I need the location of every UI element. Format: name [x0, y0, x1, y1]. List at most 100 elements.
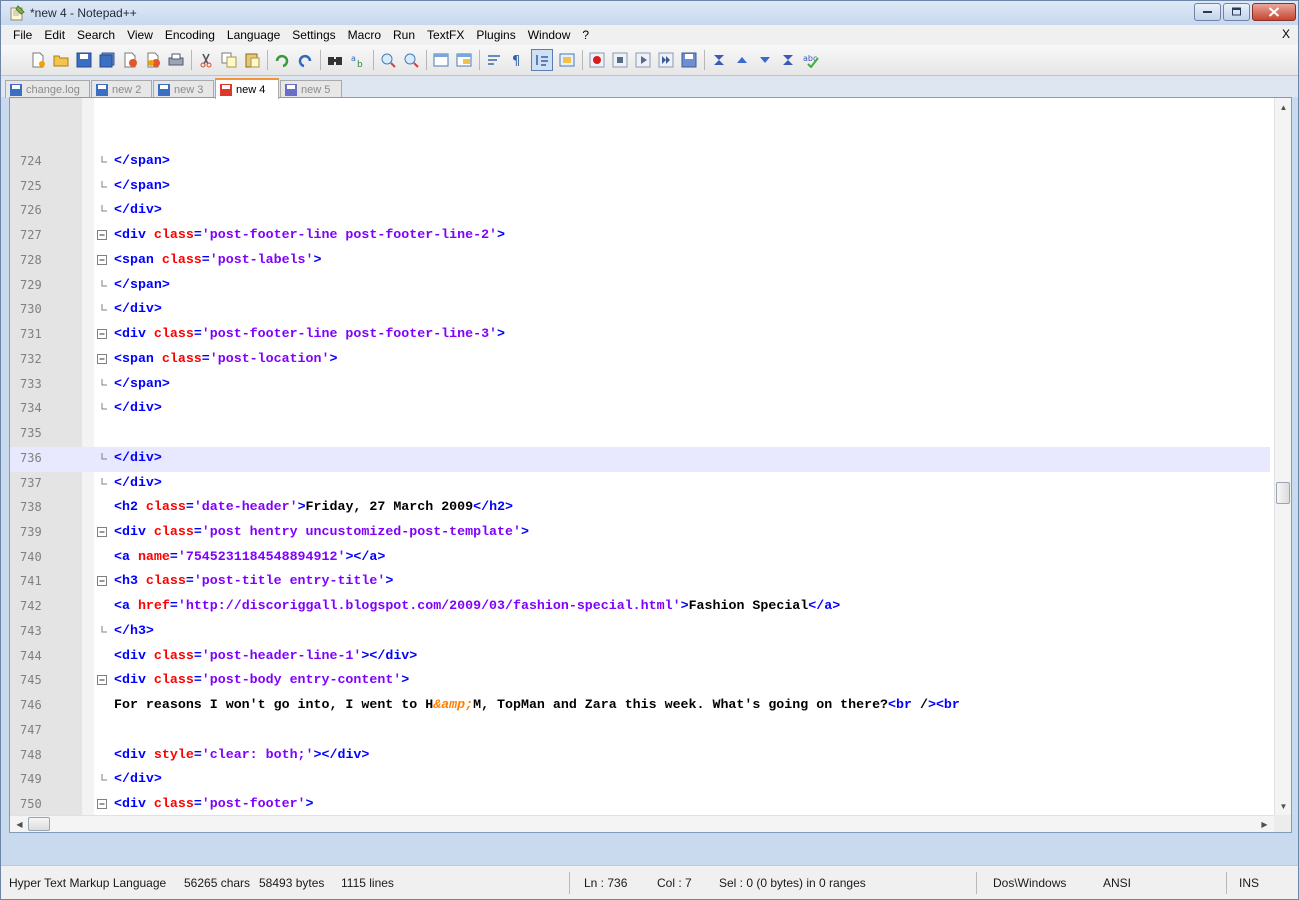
menu-language[interactable]: Language — [221, 25, 286, 45]
tab-new-2[interactable]: new 2 — [91, 80, 152, 98]
play-macro-icon[interactable] — [634, 51, 652, 69]
zoom-in-icon[interactable] — [379, 51, 397, 69]
code-line[interactable]: 725 </span> — [10, 175, 1270, 200]
menu-view[interactable]: View — [121, 25, 159, 45]
open-file-icon[interactable] — [52, 51, 70, 69]
title-bar[interactable]: *new 4 - Notepad++ — [1, 1, 1298, 25]
maximize-button[interactable] — [1223, 3, 1250, 21]
menu-macro[interactable]: Macro — [342, 25, 387, 45]
fold-toggle-icon[interactable] — [97, 230, 108, 241]
cut-icon[interactable] — [197, 51, 215, 69]
code-line[interactable]: 735 — [10, 422, 1270, 447]
spell-check-icon[interactable]: abc — [802, 51, 820, 69]
redo-icon[interactable] — [296, 51, 314, 69]
vertical-scroll-thumb[interactable] — [1276, 482, 1290, 504]
print-icon[interactable] — [167, 51, 185, 69]
close-file-icon[interactable] — [121, 51, 139, 69]
tab-new-3[interactable]: new 3 — [153, 80, 214, 98]
next-icon[interactable] — [756, 51, 774, 69]
scroll-right-arrow-icon[interactable]: ▶ — [1257, 817, 1272, 832]
save-icon[interactable] — [75, 51, 93, 69]
fold-toggle-icon[interactable] — [97, 254, 108, 266]
code-line[interactable]: 732 <span class='post-location'> — [10, 348, 1270, 373]
code-line[interactable]: 745 <div class='post-body entry-content'> — [10, 669, 1270, 694]
horizontal-scrollbar[interactable]: ◀ ▶ — [10, 815, 1274, 832]
copy-icon[interactable] — [220, 51, 238, 69]
tab-change-log[interactable]: change.log — [5, 80, 90, 98]
code-line[interactable]: 737 </div> — [10, 472, 1270, 497]
horizontal-scroll-thumb[interactable] — [28, 817, 50, 831]
close-all-icon[interactable] — [144, 51, 162, 69]
code-line[interactable]: 739 <div class='post hentry uncustomized-… — [10, 521, 1270, 546]
scroll-down-arrow-icon[interactable]: ▼ — [1276, 799, 1291, 814]
replace-icon[interactable]: ab — [349, 51, 367, 69]
menu-settings[interactable]: Settings — [286, 25, 341, 45]
code-line[interactable]: 741 <h3 class='post-title entry-title'> — [10, 570, 1270, 595]
run-macro-multiple-icon[interactable] — [657, 51, 675, 69]
indent-guide-icon[interactable] — [531, 49, 553, 71]
code-line[interactable]: 728 <span class='post-labels'> — [10, 249, 1270, 274]
code-line[interactable]: 749 </div> — [10, 768, 1270, 793]
unfold-all-icon[interactable] — [779, 51, 797, 69]
fold-toggle-icon[interactable] — [97, 527, 108, 538]
tab-new-4[interactable]: new 4 — [215, 78, 279, 99]
menu-edit[interactable]: Edit — [38, 25, 71, 45]
code-line[interactable]: 734 </div> — [10, 397, 1270, 422]
code-line[interactable]: 733 </span> — [10, 373, 1270, 398]
tab-new-5[interactable]: new 5 — [280, 80, 342, 98]
new-file-icon[interactable] — [29, 51, 47, 69]
save-all-icon[interactable] — [98, 51, 116, 69]
fold-toggle-icon[interactable] — [97, 675, 108, 686]
code-line[interactable]: 731 <div class='post-footer-line post-foo… — [10, 323, 1270, 348]
menu-search[interactable]: Search — [71, 25, 121, 45]
code-line[interactable]: 746 For reasons I won't go into, I went t… — [10, 694, 1270, 719]
vertical-scrollbar[interactable]: ▲ ▼ — [1274, 98, 1291, 816]
menu-plugins[interactable]: Plugins — [470, 25, 521, 45]
menu-run[interactable]: Run — [387, 25, 421, 45]
code-text: </span> — [114, 177, 170, 193]
sync-horizontal-icon[interactable] — [455, 51, 473, 69]
sync-vertical-icon[interactable] — [432, 51, 450, 69]
stop-record-icon[interactable] — [611, 51, 629, 69]
minimize-button[interactable] — [1194, 3, 1221, 21]
fold-toggle-icon[interactable] — [97, 576, 108, 587]
code-line[interactable]: 736 </div> — [10, 446, 1270, 472]
fold-toggle-icon[interactable] — [97, 353, 108, 365]
menu-help[interactable]: ? — [576, 25, 595, 45]
undo-icon[interactable] — [273, 51, 291, 69]
menu-window[interactable]: Window — [522, 25, 577, 45]
menu-encoding[interactable]: Encoding — [159, 25, 221, 45]
code-editor[interactable]: 724 </span> 725 </span> 726 </div> 727 <div cla… — [9, 97, 1292, 833]
code-line[interactable]: 726 </div> — [10, 199, 1270, 224]
fold-all-icon[interactable] — [710, 51, 728, 69]
menu-textfx[interactable]: TextFX — [421, 25, 470, 45]
code-line[interactable]: 748 <div style='clear: both;'></div> — [10, 744, 1270, 769]
code-line[interactable]: 742 <a href='http://discoriggall.blogspot… — [10, 595, 1270, 620]
code-line[interactable]: 729 </span> — [10, 274, 1270, 299]
save-macro-icon[interactable] — [680, 51, 698, 69]
show-all-chars-icon[interactable]: ¶ — [508, 51, 526, 69]
close-window-button[interactable] — [1252, 3, 1296, 21]
code-line[interactable]: 738 <h2 class='date-header'>Friday, 27 Ma… — [10, 496, 1270, 521]
user-language-icon[interactable] — [558, 51, 576, 69]
code-line[interactable]: 724 </span> — [10, 150, 1270, 175]
code-line[interactable]: 747 — [10, 719, 1270, 744]
fold-toggle-icon[interactable] — [97, 329, 108, 340]
unsaved-file-icon — [220, 83, 232, 96]
word-wrap-icon[interactable] — [485, 51, 503, 69]
close-document-button[interactable]: X — [1282, 27, 1290, 41]
record-macro-icon[interactable] — [588, 51, 606, 69]
code-line[interactable]: 727 <div class='post-footer-line post-foo… — [10, 224, 1270, 249]
zoom-out-icon[interactable] — [402, 51, 420, 69]
code-line[interactable]: 730 </div> — [10, 298, 1270, 323]
scroll-left-arrow-icon[interactable]: ◀ — [12, 817, 27, 832]
scroll-up-arrow-icon[interactable]: ▲ — [1276, 100, 1291, 115]
paste-icon[interactable] — [243, 51, 261, 69]
code-line[interactable]: 744 <div class='post-header-line-1'></div… — [10, 645, 1270, 670]
menu-file[interactable]: File — [7, 25, 38, 45]
code-line[interactable]: 743 </h3> — [10, 620, 1270, 645]
previous-icon[interactable] — [733, 51, 751, 69]
find-icon[interactable] — [326, 51, 344, 69]
code-line[interactable]: 740 <a name='7545231184548894912'></a> — [10, 546, 1270, 571]
fold-toggle-icon[interactable] — [97, 799, 108, 810]
